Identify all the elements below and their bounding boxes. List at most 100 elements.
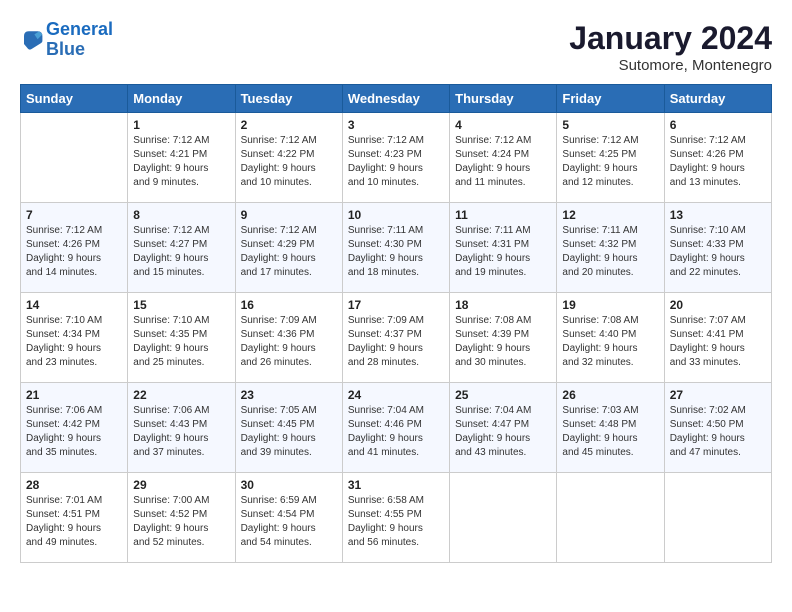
logo-line2: Blue bbox=[46, 39, 85, 59]
calendar-cell: 4Sunrise: 7:12 AM Sunset: 4:24 PM Daylig… bbox=[450, 113, 557, 203]
day-number: 14 bbox=[26, 298, 122, 312]
header-cell-saturday: Saturday bbox=[664, 85, 771, 113]
month-title: January 2024 bbox=[569, 20, 772, 57]
calendar-cell: 14 Sunrise: 7:10 AM Sunset: 4:34 PM Dayli… bbox=[21, 293, 128, 383]
header-row: SundayMondayTuesdayWednesdayThursdayFrid… bbox=[21, 85, 772, 113]
header-cell-friday: Friday bbox=[557, 85, 664, 113]
calendar-cell: 11 Sunrise: 7:11 AM Sunset: 4:31 PM Dayli… bbox=[450, 203, 557, 293]
calendar-cell: 25 Sunrise: 7:04 AM Sunset: 4:47 PM Dayli… bbox=[450, 383, 557, 473]
week-row-3: 14 Sunrise: 7:10 AM Sunset: 4:34 PM Dayli… bbox=[21, 293, 772, 383]
calendar-cell: 29Sunrise: 7:00 AM Sunset: 4:52 PM Dayli… bbox=[128, 473, 235, 563]
week-row-4: 21 Sunrise: 7:06 AM Sunset: 4:42 PM Dayli… bbox=[21, 383, 772, 473]
day-number: 27 bbox=[670, 388, 766, 402]
week-row-2: 7Sunrise: 7:12 AM Sunset: 4:26 PM Daylig… bbox=[21, 203, 772, 293]
title-block: January 2024 Sutomore, Montenegro bbox=[569, 20, 772, 74]
calendar-cell: 13 Sunrise: 7:10 AM Sunset: 4:33 PM Dayli… bbox=[664, 203, 771, 293]
calendar-header: SundayMondayTuesdayWednesdayThursdayFrid… bbox=[21, 85, 772, 113]
cell-content: Sunrise: 7:04 AM Sunset: 4:47 PM Dayligh… bbox=[455, 404, 551, 460]
page-header: General Blue January 2024 Sutomore, Mont… bbox=[20, 20, 772, 74]
day-number: 21 bbox=[26, 388, 122, 402]
calendar-cell: 21 Sunrise: 7:06 AM Sunset: 4:42 PM Dayli… bbox=[21, 383, 128, 473]
day-number: 5 bbox=[562, 118, 658, 132]
calendar-cell: 19 Sunrise: 7:08 AM Sunset: 4:40 PM Dayli… bbox=[557, 293, 664, 383]
calendar-cell: 17 Sunrise: 7:09 AM Sunset: 4:37 PM Dayli… bbox=[342, 293, 449, 383]
cell-content: Sunrise: 7:12 AM Sunset: 4:26 PM Dayligh… bbox=[670, 134, 766, 190]
location-subtitle: Sutomore, Montenegro bbox=[569, 57, 772, 74]
cell-content: Sunrise: 7:01 AM Sunset: 4:51 PM Dayligh… bbox=[26, 494, 122, 550]
calendar-cell bbox=[450, 473, 557, 563]
day-number: 16 bbox=[241, 298, 337, 312]
header-cell-sunday: Sunday bbox=[21, 85, 128, 113]
calendar-cell: 12Sunrise: 7:11 AM Sunset: 4:32 PM Dayli… bbox=[557, 203, 664, 293]
calendar-cell bbox=[664, 473, 771, 563]
calendar-cell: 8Sunrise: 7:12 AM Sunset: 4:27 PM Daylig… bbox=[128, 203, 235, 293]
cell-content: Sunrise: 7:07 AM Sunset: 4:41 PM Dayligh… bbox=[670, 314, 766, 370]
day-number: 29 bbox=[133, 478, 229, 492]
cell-content: Sunrise: 7:12 AM Sunset: 4:27 PM Dayligh… bbox=[133, 224, 229, 280]
header-cell-tuesday: Tuesday bbox=[235, 85, 342, 113]
header-cell-thursday: Thursday bbox=[450, 85, 557, 113]
cell-content: Sunrise: 7:08 AM Sunset: 4:40 PM Dayligh… bbox=[562, 314, 658, 370]
day-number: 28 bbox=[26, 478, 122, 492]
day-number: 25 bbox=[455, 388, 551, 402]
day-number: 10 bbox=[348, 208, 444, 222]
calendar-cell: 3 Sunrise: 7:12 AM Sunset: 4:23 PM Daylig… bbox=[342, 113, 449, 203]
cell-content: Sunrise: 7:06 AM Sunset: 4:43 PM Dayligh… bbox=[133, 404, 229, 460]
cell-content: Sunrise: 7:03 AM Sunset: 4:48 PM Dayligh… bbox=[562, 404, 658, 460]
logo: General Blue bbox=[20, 20, 113, 60]
day-number: 6 bbox=[670, 118, 766, 132]
logo-icon bbox=[20, 28, 44, 52]
calendar-cell: 18 Sunrise: 7:08 AM Sunset: 4:39 PM Dayli… bbox=[450, 293, 557, 383]
week-row-1: 1 Sunrise: 7:12 AM Sunset: 4:21 PM Daylig… bbox=[21, 113, 772, 203]
header-cell-wednesday: Wednesday bbox=[342, 85, 449, 113]
cell-content: Sunrise: 7:05 AM Sunset: 4:45 PM Dayligh… bbox=[241, 404, 337, 460]
calendar-cell: 22 Sunrise: 7:06 AM Sunset: 4:43 PM Dayli… bbox=[128, 383, 235, 473]
cell-content: Sunrise: 7:09 AM Sunset: 4:36 PM Dayligh… bbox=[241, 314, 337, 370]
day-number: 23 bbox=[241, 388, 337, 402]
cell-content: Sunrise: 7:10 AM Sunset: 4:35 PM Dayligh… bbox=[133, 314, 229, 370]
day-number: 11 bbox=[455, 208, 551, 222]
cell-content: Sunrise: 7:10 AM Sunset: 4:34 PM Dayligh… bbox=[26, 314, 122, 370]
calendar-cell: 31Sunrise: 6:58 AM Sunset: 4:55 PM Dayli… bbox=[342, 473, 449, 563]
cell-content: Sunrise: 7:12 AM Sunset: 4:24 PM Dayligh… bbox=[455, 134, 551, 190]
calendar-cell: 1 Sunrise: 7:12 AM Sunset: 4:21 PM Daylig… bbox=[128, 113, 235, 203]
day-number: 31 bbox=[348, 478, 444, 492]
day-number: 15 bbox=[133, 298, 229, 312]
day-number: 26 bbox=[562, 388, 658, 402]
day-number: 20 bbox=[670, 298, 766, 312]
cell-content: Sunrise: 6:59 AM Sunset: 4:54 PM Dayligh… bbox=[241, 494, 337, 550]
cell-content: Sunrise: 7:12 AM Sunset: 4:22 PM Dayligh… bbox=[241, 134, 337, 190]
day-number: 18 bbox=[455, 298, 551, 312]
day-number: 3 bbox=[348, 118, 444, 132]
cell-content: Sunrise: 7:12 AM Sunset: 4:21 PM Dayligh… bbox=[133, 134, 229, 190]
calendar-cell: 10 Sunrise: 7:11 AM Sunset: 4:30 PM Dayli… bbox=[342, 203, 449, 293]
cell-content: Sunrise: 7:12 AM Sunset: 4:25 PM Dayligh… bbox=[562, 134, 658, 190]
calendar-cell: 5 Sunrise: 7:12 AM Sunset: 4:25 PM Daylig… bbox=[557, 113, 664, 203]
calendar-cell bbox=[21, 113, 128, 203]
cell-content: Sunrise: 7:02 AM Sunset: 4:50 PM Dayligh… bbox=[670, 404, 766, 460]
calendar-cell: 23 Sunrise: 7:05 AM Sunset: 4:45 PM Dayli… bbox=[235, 383, 342, 473]
cell-content: Sunrise: 7:04 AM Sunset: 4:46 PM Dayligh… bbox=[348, 404, 444, 460]
calendar-cell: 27 Sunrise: 7:02 AM Sunset: 4:50 PM Dayli… bbox=[664, 383, 771, 473]
cell-content: Sunrise: 7:09 AM Sunset: 4:37 PM Dayligh… bbox=[348, 314, 444, 370]
calendar-cell: 28 Sunrise: 7:01 AM Sunset: 4:51 PM Dayli… bbox=[21, 473, 128, 563]
day-number: 22 bbox=[133, 388, 229, 402]
calendar-cell: 16 Sunrise: 7:09 AM Sunset: 4:36 PM Dayli… bbox=[235, 293, 342, 383]
calendar-table: SundayMondayTuesdayWednesdayThursdayFrid… bbox=[20, 84, 772, 563]
cell-content: Sunrise: 7:10 AM Sunset: 4:33 PM Dayligh… bbox=[670, 224, 766, 280]
cell-content: Sunrise: 7:08 AM Sunset: 4:39 PM Dayligh… bbox=[455, 314, 551, 370]
cell-content: Sunrise: 7:11 AM Sunset: 4:31 PM Dayligh… bbox=[455, 224, 551, 280]
cell-content: Sunrise: 7:06 AM Sunset: 4:42 PM Dayligh… bbox=[26, 404, 122, 460]
day-number: 19 bbox=[562, 298, 658, 312]
calendar-cell: 20 Sunrise: 7:07 AM Sunset: 4:41 PM Dayli… bbox=[664, 293, 771, 383]
day-number: 24 bbox=[348, 388, 444, 402]
cell-content: Sunrise: 7:12 AM Sunset: 4:23 PM Dayligh… bbox=[348, 134, 444, 190]
calendar-cell: 24 Sunrise: 7:04 AM Sunset: 4:46 PM Dayli… bbox=[342, 383, 449, 473]
calendar-cell: 2Sunrise: 7:12 AM Sunset: 4:22 PM Daylig… bbox=[235, 113, 342, 203]
day-number: 1 bbox=[133, 118, 229, 132]
day-number: 13 bbox=[670, 208, 766, 222]
day-number: 17 bbox=[348, 298, 444, 312]
cell-content: Sunrise: 7:12 AM Sunset: 4:29 PM Dayligh… bbox=[241, 224, 337, 280]
cell-content: Sunrise: 7:11 AM Sunset: 4:30 PM Dayligh… bbox=[348, 224, 444, 280]
cell-content: Sunrise: 7:12 AM Sunset: 4:26 PM Dayligh… bbox=[26, 224, 122, 280]
